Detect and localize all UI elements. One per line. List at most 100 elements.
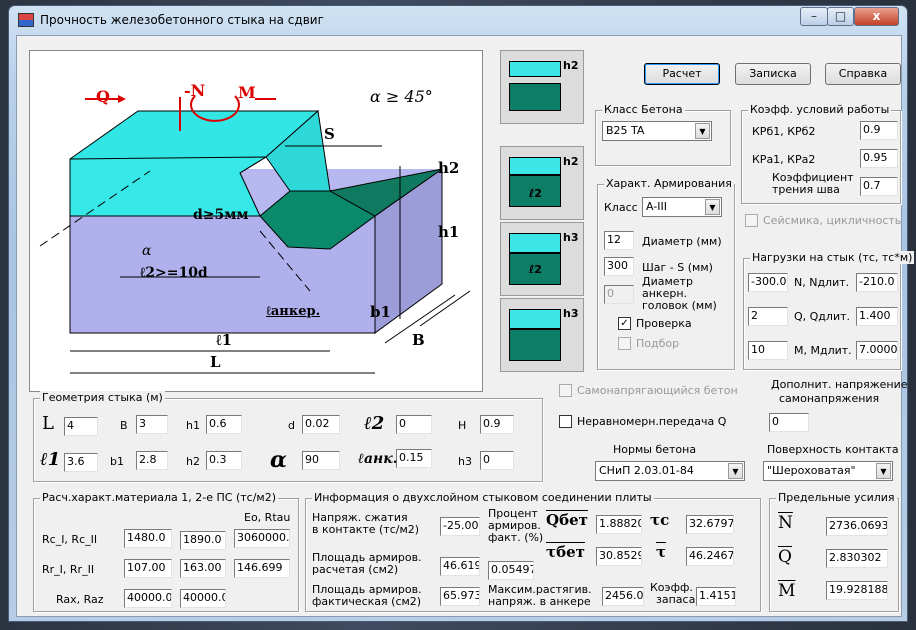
m-moment-label: M (238, 83, 256, 102)
geom-h3-input[interactable]: 0 (480, 451, 514, 470)
norms-select[interactable]: СНиП 2.03.01-84 ▼ (595, 461, 745, 481)
q-load-label: Q, Qдлит. (794, 310, 850, 323)
sig-label-2: в контакте (тс/м2) (312, 523, 420, 536)
coef-group: Коэфф. условий работы КРб1, КРб2 0.9 КРа… (741, 103, 901, 204)
q-force-label: Q (96, 87, 110, 106)
calc-button[interactable]: Расчет (644, 63, 720, 85)
close-button[interactable]: x (854, 7, 899, 26)
joint-type-4-thumb[interactable]: h3 (500, 298, 584, 372)
reinf-class-select[interactable]: A-III ▼ (642, 197, 722, 217)
loads-title: Нагрузки на стык (тс, тс*м) (750, 251, 915, 264)
minimize-button[interactable]: – (800, 7, 828, 26)
n-load-label: N, Nдлит. (794, 276, 850, 289)
geom-h1-input[interactable]: 0.6 (206, 415, 242, 434)
geom-H-label: H (458, 419, 467, 432)
chevron-down-icon[interactable]: ▼ (695, 123, 710, 139)
geom-alpha-input[interactable]: 90 (302, 451, 340, 470)
geom-L-input[interactable]: 4 (64, 417, 98, 436)
surface-label: Поверхность контакта (767, 443, 899, 456)
thumb3-h3: h3 (563, 231, 579, 244)
concrete-class-value: B25 TA (606, 124, 645, 137)
n-input[interactable]: -300.00 (748, 273, 788, 292)
geom-l1-label: ℓ1 (40, 449, 61, 470)
geom-lank-input[interactable]: 0.15 (396, 449, 432, 468)
kb-input[interactable]: 0.9 (860, 121, 898, 140)
geom-L-label: L (42, 413, 54, 434)
rtau-input[interactable]: 146.699 (234, 559, 290, 578)
geom-d-input[interactable]: 0.02 (302, 415, 340, 434)
anchor-label-3: головок (мм) (642, 299, 717, 312)
anchor-head-input[interactable]: 0 (604, 285, 634, 304)
pct-label-3: факт. (%) (488, 531, 544, 544)
m-long-input[interactable]: 7.0000 (856, 341, 898, 360)
joint-type-3-thumb[interactable]: h3 ℓ2 (500, 222, 584, 296)
geom-l1-input[interactable]: 3.6 (64, 453, 98, 472)
concrete-class-title: Класс Бетона (602, 103, 685, 116)
loads-group: Нагрузки на стык (тс, тс*м) -300.00 N, N… (743, 251, 915, 370)
concrete-class-select[interactable]: B25 TA ▼ (602, 121, 712, 141)
geom-b1-label: b1 (110, 455, 124, 468)
chevron-down-icon[interactable]: ▼ (876, 463, 891, 479)
limit-m-output: 19.928188 (826, 581, 888, 600)
select-label: Подбор (636, 337, 680, 350)
check-label: Проверка (636, 317, 692, 330)
tau-label: τ (656, 543, 667, 561)
geom-B-input[interactable]: 3 (136, 415, 168, 434)
ra1-input[interactable]: 40000.0 (124, 589, 172, 608)
joint-type-2-thumb[interactable]: h2 ℓ2 (500, 146, 584, 220)
rr2-input[interactable]: 163.00 (180, 559, 226, 578)
l-label: L (210, 353, 221, 371)
info-group: Информация о двухслойном стыковом соедин… (305, 491, 761, 612)
seismic-checkbox[interactable] (745, 214, 758, 227)
geom-alpha-label: α (270, 447, 287, 473)
tau-output: 46.2467 (686, 547, 734, 566)
limit-m-label: M (778, 581, 796, 601)
geom-l2-label: ℓ2 (364, 413, 385, 434)
friction-input[interactable]: 0.7 (860, 177, 898, 196)
chevron-down-icon[interactable]: ▼ (705, 199, 720, 215)
help-button[interactable]: Справка (825, 63, 901, 85)
select-checkbox[interactable] (618, 337, 631, 350)
rc1-input[interactable]: 1480.0 (124, 529, 172, 548)
geom-H-input[interactable]: 0.9 (480, 415, 514, 434)
surface-select[interactable]: "Шероховатая" ▼ (763, 461, 893, 481)
surface-value: "Шероховатая" (767, 464, 856, 477)
pct-output: 0.054978 (488, 561, 534, 580)
geom-b1-input[interactable]: 2.8 (136, 451, 168, 470)
q-input[interactable]: 2 (748, 307, 788, 326)
eo-input[interactable]: 3060000. (234, 529, 290, 548)
self-stress-checkbox[interactable] (559, 384, 572, 397)
sig-output: -25.000 (440, 517, 480, 536)
self-stress-label: Самонапрягающийся бетон (577, 384, 738, 397)
max-label-2: напряж. в анкере (488, 595, 591, 608)
geometry-title: Геометрия стыка (м) (40, 391, 165, 404)
step-input[interactable]: 300 (604, 257, 634, 276)
q-long-input[interactable]: 1.400 (856, 307, 898, 326)
ka-input[interactable]: 0.95 (860, 149, 898, 168)
l1-label: ℓ1 (216, 331, 233, 349)
diameter-input[interactable]: 12 (604, 231, 634, 250)
app-window: Прочность железобетонного стыка на сдвиг… (8, 5, 915, 622)
client-area: Q -N M α ≥ 45° S h2 h1 d≥5мм α ℓ2>=10d ℓ… (16, 35, 915, 617)
rc2-input[interactable]: 1890.0 (180, 531, 226, 550)
uneven-q-checkbox[interactable] (559, 415, 572, 428)
kb-label: КРб1, КРб2 (752, 125, 816, 138)
rc-label: Rc_I, Rc_II (42, 533, 98, 546)
chevron-down-icon[interactable]: ▼ (728, 463, 743, 479)
geom-l2-input[interactable]: 0 (396, 415, 432, 434)
m-input[interactable]: 10 (748, 341, 788, 360)
note-button[interactable]: Записка (735, 63, 811, 85)
maximize-button[interactable]: □ (827, 7, 854, 26)
check-checkbox[interactable]: ✓ (618, 317, 631, 330)
geom-d-label: d (288, 419, 295, 432)
rr1-input[interactable]: 107.00 (124, 559, 172, 578)
geom-h2-input[interactable]: 0.3 (206, 451, 242, 470)
joint-type-1-thumb[interactable]: h2 (500, 50, 584, 124)
title-bar[interactable]: Прочность железобетонного стыка на сдвиг… (9, 6, 907, 34)
concrete-class-group: Класс Бетона B25 TA ▼ (595, 103, 731, 166)
ra2-input[interactable]: 40000.0 (180, 589, 226, 608)
q-bet-output: 1.88820 (596, 515, 642, 534)
n-long-input[interactable]: -210.0 (856, 273, 898, 292)
extra-stress-input[interactable]: 0 (769, 413, 809, 432)
eo-label: Eo, Rtau (244, 511, 291, 524)
